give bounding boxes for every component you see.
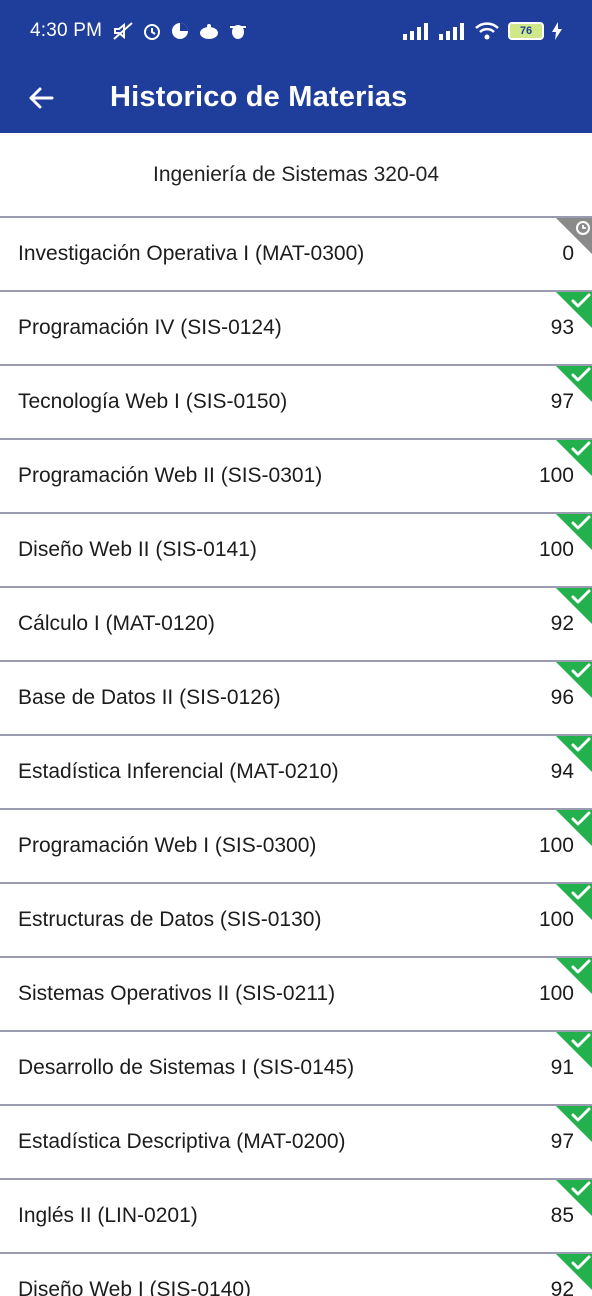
approved-check-icon [556, 884, 592, 920]
subject-name: Programación Web II (SIS-0301) [18, 464, 323, 487]
subject-name: Estructuras de Datos (SIS-0130) [18, 908, 322, 931]
charging-icon [552, 22, 562, 40]
approved-check-icon [556, 440, 592, 476]
battery-icon: 76 [508, 22, 544, 40]
approved-check-icon [556, 366, 592, 402]
approved-check-icon [556, 588, 592, 624]
subject-name: Cálculo I (MAT-0120) [18, 612, 215, 635]
subject-row[interactable]: Cálculo I (MAT-0120) 92 [0, 588, 592, 662]
status-system-icons: 76 [402, 21, 562, 41]
subject-name: Estadística Inferencial (MAT-0210) [18, 760, 339, 783]
subject-row[interactable]: Tecnología Web I (SIS-0150) 97 [0, 366, 592, 440]
subject-row[interactable]: Diseño Web II (SIS-0141) 100 [0, 514, 592, 588]
page-title: Historico de Materias [110, 81, 408, 113]
subject-name: Diseño Web I (SIS-0140) [18, 1278, 252, 1296]
subject-row[interactable]: Estadística Descriptiva (MAT-0200) 97 [0, 1106, 592, 1180]
approved-check-icon [556, 1032, 592, 1068]
subject-row[interactable]: Estructuras de Datos (SIS-0130) 100 [0, 884, 592, 958]
approved-check-icon [556, 514, 592, 550]
subject-name: Diseño Web II (SIS-0141) [18, 538, 257, 561]
approved-check-icon [556, 958, 592, 994]
approved-check-icon [556, 1106, 592, 1142]
career-name: Ingeniería de Sistemas 320-04 [152, 162, 439, 186]
alarm-icon [144, 24, 161, 40]
subject-list: Investigación Operativa I (MAT-0300) 0 Pro… [0, 218, 592, 1296]
bug-icon [230, 25, 247, 39]
subject-name: Desarrollo de Sistemas I (SIS-0145) [18, 1056, 355, 1079]
approved-check-icon [556, 1180, 592, 1216]
subject-row[interactable]: Programación Web II (SIS-0301) 100 [0, 440, 592, 514]
pending-clock-icon [556, 218, 592, 254]
subject-row[interactable]: Programación Web I (SIS-0300) 100 [0, 810, 592, 884]
approved-check-icon [556, 662, 592, 698]
subject-name: Programación Web I (SIS-0300) [18, 834, 317, 857]
subject-name: Estadística Descriptiva (MAT-0200) [18, 1130, 346, 1153]
approved-check-icon [556, 736, 592, 772]
status-notification-icons [112, 21, 248, 41]
subject-name: Sistemas Operativos II (SIS-0211) [18, 982, 336, 1005]
approved-check-icon [556, 292, 592, 328]
subject-name: Inglés II (LIN-0201) [18, 1204, 198, 1227]
approved-check-icon [556, 1254, 592, 1290]
cloud-icon [200, 24, 219, 39]
back-button[interactable] [0, 62, 84, 133]
subject-row[interactable]: Investigación Operativa I (MAT-0300) 0 [0, 218, 592, 292]
wifi-icon [475, 22, 499, 40]
subject-row[interactable]: Programación IV (SIS-0124) 93 [0, 292, 592, 366]
subject-row[interactable]: Base de Datos II (SIS-0126) 96 [0, 662, 592, 736]
subject-row[interactable]: Sistemas Operativos II (SIS-0211) 100 [0, 958, 592, 1032]
status-bar: 4:30 PM 76 [0, 0, 592, 62]
subject-name: Base de Datos II (SIS-0126) [18, 686, 281, 709]
subject-row[interactable]: Estadística Inferencial (MAT-0210) 94 [0, 736, 592, 810]
subject-row[interactable]: Inglés II (LIN-0201) 85 [0, 1180, 592, 1254]
app-bar: Historico de Materias [0, 62, 592, 133]
app-icon [172, 23, 189, 39]
mute-icon [113, 22, 133, 40]
approved-check-icon [556, 810, 592, 846]
signal-icon [439, 23, 464, 40]
subject-row[interactable]: Diseño Web I (SIS-0140) 92 [0, 1254, 592, 1296]
career-header: Ingeniería de Sistemas 320-04 [0, 133, 592, 218]
subject-name: Investigación Operativa I (MAT-0300) [18, 242, 365, 265]
arrow-left-icon [29, 87, 54, 108]
status-time: 4:30 PM [30, 20, 103, 41]
signal-icon [403, 23, 428, 40]
subject-name: Tecnología Web I (SIS-0150) [18, 390, 288, 413]
subject-name: Programación IV (SIS-0124) [18, 316, 282, 339]
subject-row[interactable]: Desarrollo de Sistemas I (SIS-0145) 91 [0, 1032, 592, 1106]
